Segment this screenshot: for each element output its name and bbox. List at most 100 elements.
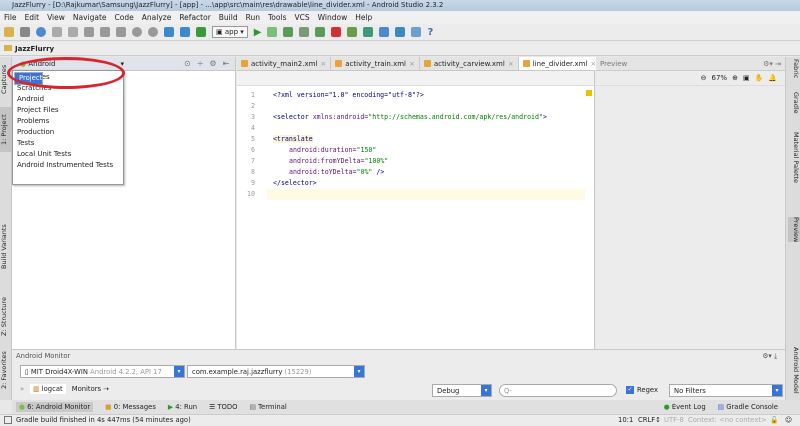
log-level-select[interactable]: Debug ▾ (432, 384, 492, 397)
gear-icon[interactable]: ⚙▾ ⤓ (762, 350, 777, 363)
option-project[interactable]: Project (14, 72, 44, 85)
help-icon[interactable]: ? (427, 27, 433, 38)
regex-checkbox[interactable]: ✓ Regex (626, 386, 658, 394)
copy-icon[interactable] (100, 27, 110, 37)
toggle-tool-windows-icon[interactable] (4, 416, 12, 424)
run-icon[interactable]: ▶ (254, 27, 262, 38)
tab-activity-main2[interactable]: activity_main2.xml × (237, 57, 332, 71)
debug-icon[interactable] (283, 27, 294, 37)
caret-position[interactable]: 10:1 (618, 415, 633, 426)
gradle-sync-icon[interactable] (363, 27, 374, 37)
sync-icon[interactable] (36, 27, 46, 37)
menu-analyze[interactable]: Analyze (142, 11, 172, 24)
stop-icon[interactable] (331, 27, 342, 37)
lock-icon[interactable]: 🔓 (770, 415, 778, 426)
close-icon[interactable]: × (320, 57, 326, 71)
menu-view[interactable]: View (47, 11, 65, 24)
menu-help[interactable]: Help (355, 11, 372, 24)
project-tab[interactable]: 1: Project (0, 107, 12, 152)
run-config-select[interactable]: ▣ app ▾ (212, 26, 248, 38)
menu-file[interactable]: File (4, 11, 17, 24)
cut-icon[interactable] (84, 27, 94, 37)
gear-icon[interactable]: ⚙ (209, 59, 216, 68)
zoom-out-icon[interactable]: ⊖ (701, 74, 707, 82)
open-icon[interactable] (4, 27, 14, 37)
tab-monitors[interactable]: Monitors ⇢ (72, 385, 109, 393)
fabric-tab[interactable]: Fabric (788, 59, 800, 78)
replace-icon[interactable] (148, 27, 158, 37)
zoom-in-icon[interactable]: ⊕ (732, 74, 738, 82)
option-android-instrumented-tests[interactable]: Android Instrumented Tests (14, 160, 122, 171)
event-log-button[interactable]: ● Event Log (664, 403, 706, 411)
line-separator[interactable]: CRLF↕ (638, 415, 661, 426)
preview-tab[interactable]: Preview (788, 217, 800, 243)
option-problems[interactable]: Problems (14, 116, 122, 127)
android-monitor-button[interactable]: ● 6: Android Monitor (16, 402, 94, 412)
filter-select[interactable]: No Filters ▾ (669, 384, 783, 397)
build-variants-tab[interactable]: Build Variants (0, 217, 12, 277)
close-icon[interactable]: × (409, 57, 415, 71)
undo-icon[interactable] (52, 27, 62, 37)
captures-tab[interactable]: Captures (0, 59, 12, 99)
scroll-from-source-icon[interactable]: ⊙ (184, 59, 191, 68)
tab-activity-carview[interactable]: activity_carview.xml × (420, 57, 519, 70)
find-icon[interactable] (132, 27, 142, 37)
option-local-unit-tests[interactable]: Local Unit Tests (14, 149, 122, 160)
menu-tools[interactable]: Tools (268, 11, 286, 24)
menu-code[interactable]: Code (115, 11, 134, 24)
menu-window[interactable]: Window (318, 11, 348, 24)
tab-line-divider[interactable]: line_divider.xml × (518, 57, 602, 70)
expand-icon[interactable]: » (20, 385, 24, 393)
collapse-icon[interactable]: ÷ (197, 59, 204, 68)
project-structure-icon[interactable] (379, 27, 390, 37)
option-android[interactable]: Android (14, 94, 122, 105)
sdk-manager-icon[interactable] (347, 27, 358, 37)
terminal-button[interactable]: ▤ Terminal (249, 403, 286, 411)
project-view-selector[interactable]: ● Android ▾ (16, 58, 128, 70)
option-project-files[interactable]: Project Files (14, 105, 122, 116)
option-tests[interactable]: Tests (14, 138, 122, 149)
menu-run[interactable]: Run (246, 11, 260, 24)
notifications-icon[interactable]: 🔔 (768, 74, 777, 82)
structure-tab[interactable]: Z: Structure (0, 292, 12, 342)
close-icon[interactable]: × (508, 57, 514, 71)
option-production[interactable]: Production (14, 127, 122, 138)
device-select[interactable]: ▯ MIT Droid4X-WIN Android 4.2.2, API 17 ▾ (20, 365, 185, 378)
menu-edit[interactable]: Edit (25, 11, 40, 24)
favorites-tab[interactable]: 2: Favorites (0, 350, 12, 390)
avd-manager-icon[interactable] (395, 27, 406, 37)
profile-icon[interactable] (299, 27, 310, 37)
hide-icon[interactable]: ⇤ (223, 59, 230, 68)
paste-icon[interactable] (116, 27, 126, 37)
process-select[interactable]: com.example.raj.jazzflurry (15229) ▾ (187, 365, 365, 378)
apply-changes-icon[interactable] (267, 27, 278, 37)
gear-icon[interactable]: ⚙▾ ⇥ (763, 57, 781, 70)
breadcrumb-project[interactable]: JazzFlurry (15, 45, 54, 53)
menu-build[interactable]: Build (219, 11, 238, 24)
context-indicator[interactable]: Context: <no context> (688, 415, 767, 426)
menu-navigate[interactable]: Navigate (73, 11, 107, 24)
logcat-search-input[interactable]: Q- (499, 384, 617, 397)
run-button[interactable]: ▶ 4: Run (168, 403, 197, 411)
warning-marker[interactable] (586, 90, 592, 96)
fit-screen-icon[interactable]: ▣ (743, 74, 750, 82)
pan-icon[interactable]: ✋ (755, 74, 764, 82)
android-device-monitor-icon[interactable] (411, 27, 422, 37)
menu-refactor[interactable]: Refactor (179, 11, 210, 24)
back-icon[interactable] (164, 27, 174, 37)
gradle-tab[interactable]: Gradle (788, 92, 800, 114)
tab-logcat[interactable]: ▥ logcat (30, 384, 66, 394)
menu-vcs[interactable]: VCS (294, 11, 309, 24)
save-icon[interactable] (20, 27, 30, 37)
messages-button[interactable]: ■ 0: Messages (105, 403, 156, 411)
forward-icon[interactable] (180, 27, 190, 37)
make-icon[interactable] (196, 27, 206, 37)
redo-icon[interactable] (68, 27, 78, 37)
gradle-console-button[interactable]: ▤ Gradle Console (718, 403, 778, 411)
android-model-tab[interactable]: Android Model (788, 347, 800, 394)
attach-debugger-icon[interactable] (315, 27, 326, 37)
inspector-icon[interactable]: ☺ (785, 415, 792, 426)
todo-button[interactable]: ☰ TODO (209, 403, 237, 411)
material-palette-tab[interactable]: Material Palette (788, 132, 800, 183)
file-encoding[interactable]: UTF-8 (664, 415, 684, 426)
